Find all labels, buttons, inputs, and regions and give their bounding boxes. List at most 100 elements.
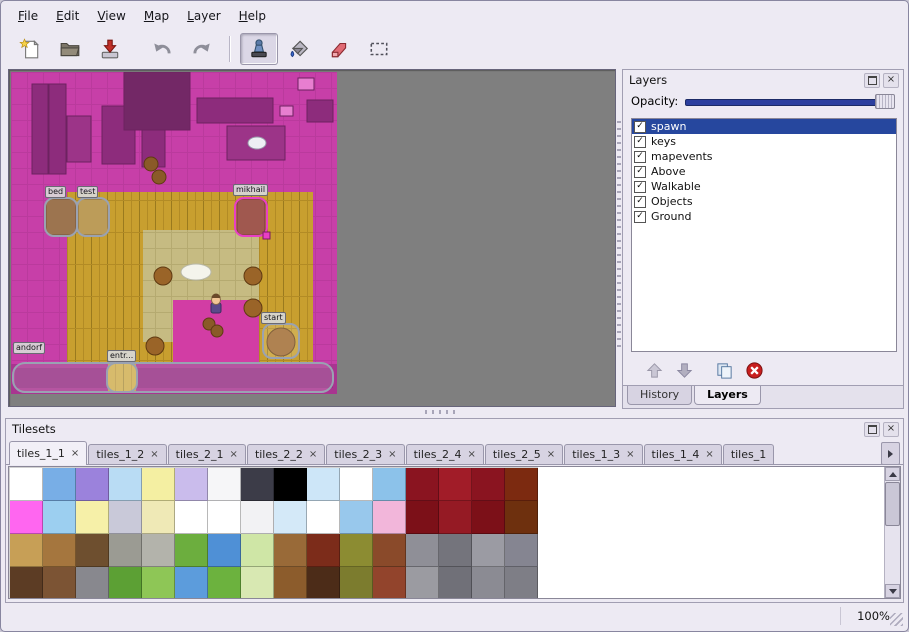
float-panel-button[interactable] [864,73,880,88]
bucket-fill-button[interactable] [280,33,318,65]
map-object-andorf-corridor[interactable] [13,363,333,392]
map-canvas[interactable]: bed test mikhail start andorf entr... [8,69,616,407]
tileset-tile[interactable] [175,567,208,599]
scroll-down-button[interactable] [885,584,900,598]
undo-button[interactable] [143,33,181,65]
tileset-tile[interactable] [76,567,109,599]
new-map-button[interactable] [11,33,49,65]
tileset-tile[interactable] [274,567,307,599]
raise-layer-button[interactable] [641,358,667,382]
tileset-tile[interactable] [373,501,406,534]
menu-map[interactable]: Map [135,6,178,26]
tileset-scrollbar[interactable] [884,467,900,598]
tileset-tile[interactable] [142,468,175,501]
map-object-test[interactable] [77,198,109,236]
layer-visibility-checkbox[interactable] [634,151,646,163]
tileset-tile[interactable] [241,534,274,567]
tileset-tile[interactable] [208,501,241,534]
tileset-tile[interactable] [340,501,373,534]
map-object-start[interactable] [263,324,299,358]
tileset-tile[interactable] [76,534,109,567]
tileset-tab-tiles_2_3[interactable]: tiles_2_3 × [326,444,404,464]
layer-visibility-checkbox[interactable] [634,136,646,148]
stamp-brush-button[interactable] [240,33,278,65]
tileset-tile[interactable] [472,534,505,567]
tileset-tab-tiles_1-truncated[interactable]: tiles_1 [723,444,774,464]
layer-row-spawn[interactable]: spawn [632,119,896,134]
tileset-tile[interactable] [472,567,505,599]
layer-row-ground[interactable]: Ground [632,209,896,224]
tab-close-icon[interactable]: × [388,450,396,460]
tileset-tile[interactable] [241,501,274,534]
tileset-tile[interactable] [241,567,274,599]
map-object-entr[interactable] [107,363,137,392]
float-panel-button[interactable] [864,422,880,437]
redo-button[interactable] [183,33,221,65]
tileset-tile[interactable] [373,567,406,599]
tileset-tile[interactable] [10,501,43,534]
delete-layer-button[interactable] [741,358,767,382]
scrollbar-thumb[interactable] [885,482,900,526]
tileset-tile[interactable] [274,501,307,534]
opacity-slider[interactable] [685,94,895,108]
tileset-tile[interactable] [109,501,142,534]
tileset-tile[interactable] [76,468,109,501]
tab-scroll-right-button[interactable] [881,442,900,465]
tab-close-icon[interactable]: × [626,450,634,460]
rect-select-button[interactable] [360,33,398,65]
tileset-tile[interactable] [373,534,406,567]
tileset-tile[interactable] [241,468,274,501]
tileset-tile[interactable] [340,534,373,567]
tileset-tile[interactable] [472,501,505,534]
tab-close-icon[interactable]: × [705,450,713,460]
menu-view[interactable]: View [88,6,134,26]
resize-grip[interactable] [890,613,903,626]
tileset-tab-tiles_1_3[interactable]: tiles_1_3 × [564,444,642,464]
tileset-tile[interactable] [109,468,142,501]
layer-row-mapevents[interactable]: mapevents [632,149,896,164]
tileset-tile[interactable] [307,534,340,567]
tileset-tab-tiles_2_2[interactable]: tiles_2_2 × [247,444,325,464]
vertical-splitter-handle[interactable] [617,121,621,349]
tab-close-icon[interactable]: × [547,450,555,460]
tileset-tile[interactable] [10,567,43,599]
layer-row-keys[interactable]: keys [632,134,896,149]
tileset-tile[interactable] [307,567,340,599]
tab-close-icon[interactable]: × [309,450,317,460]
tileset-tile[interactable] [175,468,208,501]
tileset-tile[interactable] [274,468,307,501]
close-panel-button[interactable]: × [883,73,899,88]
layer-visibility-checkbox[interactable] [634,121,646,133]
tileset-tile[interactable] [43,468,76,501]
tileset-tile[interactable] [505,468,538,501]
tileset-tile[interactable] [439,567,472,599]
eraser-button[interactable] [320,33,358,65]
menu-edit[interactable]: Edit [47,6,88,26]
horizontal-splitter-handle[interactable] [425,410,455,414]
tab-close-icon[interactable]: × [71,449,79,459]
tileset-tile[interactable] [208,567,241,599]
tileset-tile[interactable] [109,534,142,567]
layer-row-walkable[interactable]: Walkable [632,179,896,194]
tileset-tile[interactable] [208,534,241,567]
tileset-tile[interactable] [406,468,439,501]
tileset-tile[interactable] [175,501,208,534]
tileset-tile[interactable] [43,501,76,534]
tileset-tab-tiles_1_1[interactable]: tiles_1_1 × [9,441,87,465]
layer-visibility-checkbox[interactable] [634,211,646,223]
menu-help[interactable]: Help [230,6,275,26]
tab-close-icon[interactable]: × [150,450,158,460]
tileset-tile[interactable] [274,534,307,567]
tileset-tile[interactable] [439,501,472,534]
tab-layers[interactable]: Layers [694,386,761,405]
save-map-button[interactable] [91,33,129,65]
tileset-tile[interactable] [76,501,109,534]
layer-row-above[interactable]: Above [632,164,896,179]
tileset-tab-tiles_2_5[interactable]: tiles_2_5 × [485,444,563,464]
tileset-tile[interactable] [307,468,340,501]
tab-close-icon[interactable]: × [230,450,238,460]
tileset-tile[interactable] [373,468,406,501]
map-object-bed[interactable] [45,198,77,236]
layer-visibility-checkbox[interactable] [634,196,646,208]
tileset-tile[interactable] [406,534,439,567]
